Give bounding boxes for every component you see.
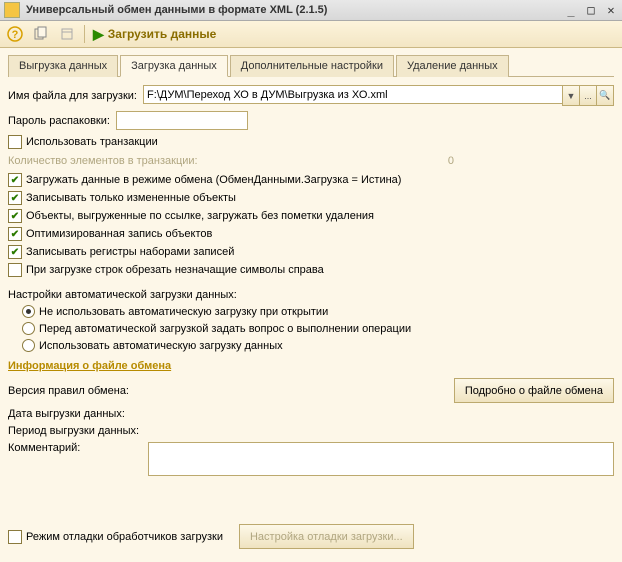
filename-input[interactable] (143, 85, 562, 104)
debug-mode-checkbox[interactable]: Режим отладки обработчиков загрузки (8, 530, 223, 544)
exchange-mode-checkbox[interactable]: ✔Загружать данные в режиме обмена (Обмен… (8, 173, 614, 187)
dropdown-button[interactable]: ▼ (562, 85, 580, 106)
password-input[interactable] (116, 111, 248, 130)
svg-text:?: ? (12, 29, 19, 41)
browse-button[interactable]: ... (580, 85, 597, 106)
password-label: Пароль распаковки: (8, 115, 110, 127)
export-period-label: Период выгрузки данных: (8, 425, 148, 437)
load-data-button[interactable]: ▶ Загрузить данные (93, 26, 216, 43)
comment-input[interactable] (148, 442, 614, 476)
tab-settings[interactable]: Дополнительные настройки (230, 55, 394, 77)
write-registers-checkbox[interactable]: ✔Записывать регистры наборами записей (8, 245, 614, 259)
file-details-button[interactable]: Подробно о файле обмена (454, 378, 614, 403)
write-changed-checkbox[interactable]: ✔Записывать только измененные объекты (8, 191, 614, 205)
rules-version-label: Версия правил обмена: (8, 385, 148, 397)
radio-autoload[interactable]: Использовать автоматическую загрузку дан… (22, 339, 614, 352)
use-transaction-checkbox[interactable]: Использовать транзакции (8, 135, 614, 149)
play-icon: ▶ (93, 26, 104, 43)
tab-import[interactable]: Загрузка данных (120, 55, 228, 77)
trim-strings-checkbox[interactable]: При загрузке строк обрезать незначащие с… (8, 263, 614, 277)
export-date-label: Дата выгрузки данных: (8, 408, 148, 420)
close-button[interactable]: ✕ (604, 3, 618, 17)
comment-label: Комментарий: (8, 442, 148, 454)
load-data-label: Загрузить данные (108, 27, 217, 41)
maximize-button[interactable]: □ (584, 3, 598, 17)
window-title: Универсальный обмен данными в формате XM… (26, 4, 564, 16)
by-ref-checkbox[interactable]: ✔Объекты, выгруженные по ссылке, загружа… (8, 209, 614, 223)
tab-delete[interactable]: Удаление данных (396, 55, 509, 77)
radio-ask[interactable]: Перед автоматической загрузкой задать во… (22, 322, 614, 335)
toolbar-icon-2[interactable] (58, 25, 76, 43)
txn-count-value: 0 (394, 155, 454, 167)
minimize-button[interactable]: _ (564, 3, 578, 17)
search-file-button[interactable]: 🔍 (597, 85, 614, 106)
app-icon (4, 2, 20, 18)
help-icon[interactable]: ? (6, 25, 24, 43)
optimized-write-checkbox[interactable]: ✔Оптимизированная запись объектов (8, 227, 614, 241)
debug-settings-button[interactable]: Настройка отладки загрузки... (239, 524, 414, 549)
toolbar-icon-1[interactable] (32, 25, 50, 43)
file-info-title: Информация о файле обмена (8, 360, 614, 372)
autoload-group-label: Настройки автоматической загрузки данных… (8, 289, 614, 301)
radio-no-autoload[interactable]: Не использовать автоматическую загрузку … (22, 305, 614, 318)
tab-export[interactable]: Выгрузка данных (8, 55, 118, 77)
filename-label: Имя файла для загрузки: (8, 90, 137, 102)
txn-count-label: Количество элементов в транзакции: (8, 155, 198, 167)
toolbar-divider (84, 25, 85, 43)
